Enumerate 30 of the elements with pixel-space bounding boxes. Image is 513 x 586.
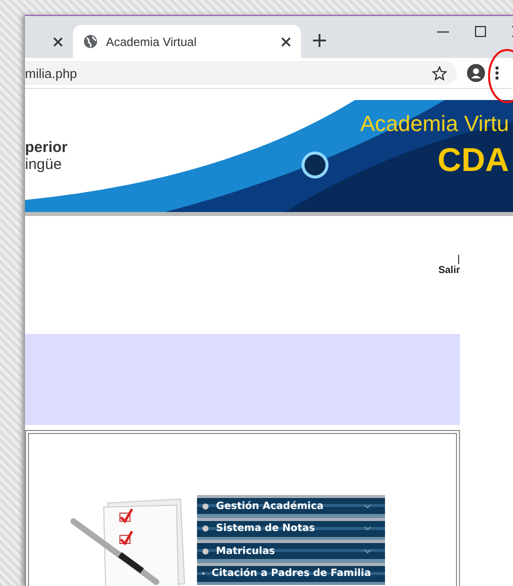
bullet-icon — [202, 525, 209, 532]
close-icon[interactable] — [53, 36, 63, 46]
menu-label: Citación a Padres de Familia — [212, 568, 371, 580]
menu-icon[interactable] — [495, 66, 499, 80]
star-icon[interactable] — [432, 66, 447, 80]
address-field[interactable]: milia.php — [25, 61, 457, 85]
menu-item[interactable]: Sistema de Notas — [197, 518, 385, 540]
bullet-icon — [202, 502, 209, 510]
banner-acronym: CDA — [438, 141, 509, 179]
browser-tab[interactable]: Academia Virtual — [73, 25, 301, 58]
profile-icon[interactable] — [467, 64, 485, 82]
url-text: milia.php — [25, 66, 78, 80]
menu-item[interactable]: Gestión Académica — [197, 495, 385, 518]
banner-title: Academia Virtu — [360, 111, 509, 137]
new-tab-icon[interactable] — [313, 34, 326, 47]
school-name-text: perior — [25, 139, 68, 156]
menu-label: Matriculas — [216, 546, 276, 557]
minimize-icon[interactable] — [437, 30, 449, 32]
bullet-icon — [202, 548, 209, 555]
close-icon[interactable] — [281, 36, 291, 46]
separator-text: | — [457, 254, 460, 265]
globe-icon — [83, 34, 98, 49]
menu-item[interactable]: Citación a Padres de Familia — [197, 562, 385, 585]
menu-label: Sistema de Notas — [216, 523, 316, 534]
tab-title: Academia Virtual — [106, 34, 198, 48]
maximize-icon[interactable] — [475, 26, 486, 37]
menu-label: Gestión Académica — [216, 500, 324, 512]
logout-link[interactable]: Salir — [438, 265, 460, 276]
menu-item[interactable]: Matriculas — [197, 540, 385, 562]
school-name-text: ingüe — [25, 156, 63, 173]
